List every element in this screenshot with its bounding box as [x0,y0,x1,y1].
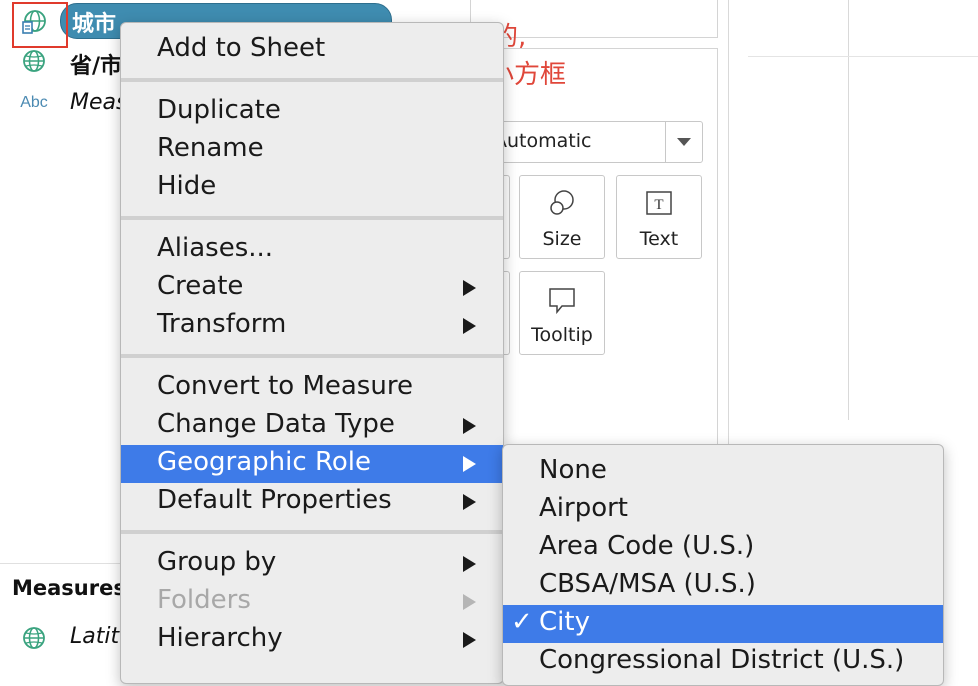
menu-item-label: Rename [157,133,264,163]
tooltip-button[interactable]: Tooltip [519,271,605,355]
submenu-item-city[interactable]: ✓ City [503,605,943,643]
field-context-menu: Add to Sheet Duplicate Rename Hide Alias… [120,22,504,684]
menu-item-label: Change Data Type [157,409,395,439]
submenu-item-label: Airport [539,493,628,523]
canvas-gridline [848,0,849,420]
menu-item-duplicate[interactable]: Duplicate [121,93,503,131]
geographic-role-submenu: None Airport Area Code (U.S.) CBSA/MSA (… [502,444,944,686]
field-label-latitude[interactable]: Latit [70,624,119,649]
chevron-down-icon [677,138,691,146]
menu-item-label: Hide [157,171,217,201]
submenu-arrow-icon [463,594,476,610]
submenu-arrow-icon [463,556,476,572]
menu-item-group-by[interactable]: Group by [121,545,503,583]
menu-item-label: Add to Sheet [157,33,326,63]
expanded-indicator-highlight [12,2,68,48]
menu-item-label: Default Properties [157,485,392,515]
submenu-item-label: Congressional District (U.S.) [539,645,905,675]
menu-separator [121,530,503,534]
menu-separator [121,354,503,358]
submenu-item-airport[interactable]: Airport [503,491,943,529]
menu-item-label: Folders [157,585,251,615]
menu-item-folders: Folders [121,583,503,621]
field-label-province[interactable]: 省/市 [70,48,122,80]
menu-separator [121,216,503,220]
geo-globe-icon [18,625,50,651]
menu-item-label: Geographic Role [157,447,371,477]
menu-item-label: Convert to Measure [157,371,413,401]
tooltip-button-label: Tooltip [531,324,593,346]
submenu-item-cbsa-msa[interactable]: CBSA/MSA (U.S.) [503,567,943,605]
abc-string-icon: Abc [20,94,48,111]
mark-type-value: Automatic [494,130,592,152]
menu-item-add-to-sheet[interactable]: Add to Sheet [121,31,503,69]
text-T-icon: T [617,188,701,220]
size-circles-icon [520,188,604,220]
pane-divider [728,0,729,446]
pane-divider [0,563,122,564]
checkmark-icon: ✓ [511,607,533,637]
submenu-arrow-icon [463,494,476,510]
submenu-item-label: None [539,455,607,485]
menu-item-label: Create [157,271,244,301]
submenu-item-label: CBSA/MSA (U.S.) [539,569,756,599]
size-button-label: Size [542,228,582,250]
menu-separator [121,78,503,82]
canvas-gridline [748,56,978,57]
menu-item-convert-to-measure[interactable]: Convert to Measure [121,369,503,407]
tooltip-bubble-icon [520,284,604,316]
text-button-label: Text [639,228,679,250]
submenu-item-label: Area Code (U.S.) [539,531,755,561]
text-button[interactable]: T Text [616,175,702,259]
menu-item-label: Transform [157,309,287,339]
submenu-arrow-icon [463,280,476,296]
svg-text:T: T [654,197,663,213]
menu-item-create[interactable]: Create [121,269,503,307]
submenu-item-congressional-district[interactable]: Congressional District (U.S.) [503,643,943,681]
submenu-arrow-icon [463,456,476,472]
field-label-city[interactable]: 城市 [72,6,116,38]
data-pane: 城市 省/市 Abc Meas Measures Latit [0,0,392,670]
submenu-arrow-icon [463,418,476,434]
menu-item-label: Hierarchy [157,623,283,653]
submenu-item-none[interactable]: None [503,453,943,491]
submenu-arrow-icon [463,318,476,334]
menu-item-geographic-role[interactable]: Geographic Role [121,445,503,483]
menu-item-label: Aliases... [157,233,274,263]
submenu-item-label: City [539,607,590,637]
menu-item-hierarchy[interactable]: Hierarchy [121,621,503,659]
measures-header: Measures [12,576,126,600]
menu-item-change-data-type[interactable]: Change Data Type [121,407,503,445]
size-button[interactable]: Size [519,175,605,259]
geo-globe-icon [18,48,50,74]
dropdown-button[interactable] [665,122,702,162]
menu-item-rename[interactable]: Rename [121,131,503,169]
menu-item-label: Duplicate [157,95,281,125]
menu-item-hide[interactable]: Hide [121,169,503,207]
submenu-arrow-icon [463,632,476,648]
field-label-measure-names[interactable]: Meas [70,90,127,115]
menu-item-default-properties[interactable]: Default Properties [121,483,503,521]
mark-type-dropdown[interactable]: Automatic [485,121,703,163]
menu-item-label: Group by [157,547,277,577]
menu-item-transform[interactable]: Transform [121,307,503,345]
menu-item-aliases[interactable]: Aliases... [121,231,503,269]
submenu-item-area-code[interactable]: Area Code (U.S.) [503,529,943,567]
